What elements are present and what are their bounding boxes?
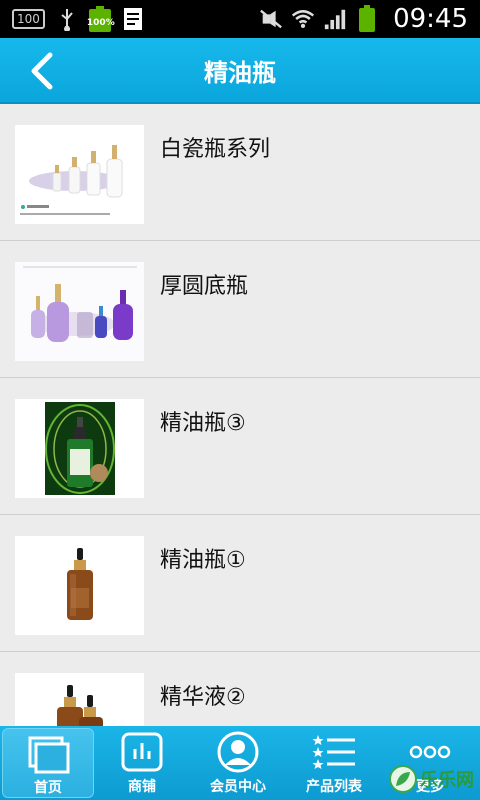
product-thumbnail — [15, 399, 144, 498]
chevron-left-icon — [31, 52, 53, 90]
battery-icon: 100% — [87, 6, 115, 32]
item-title: 厚圆底瓶 — [160, 274, 249, 299]
product-list: 白瓷瓶系列 厚圆底瓶 精油瓶③ 精油瓶① 精华液② — [0, 104, 480, 726]
battery-full-icon — [355, 5, 379, 32]
wifi-icon — [291, 7, 315, 31]
product-thumbnail — [15, 536, 144, 635]
product-thumbnail — [15, 262, 144, 361]
bottom-tab-bar: 首页 商铺 会员中心 产品列表 更多 乐乐网 — [0, 726, 480, 800]
battery-badge: 100 — [12, 9, 45, 29]
list-item[interactable]: 白瓷瓶系列 — [0, 104, 480, 241]
tab-more[interactable]: 更多 乐乐网 — [382, 726, 478, 800]
tab-label: 首页 — [34, 780, 62, 796]
tab-home[interactable]: 首页 — [2, 728, 94, 798]
title-bar: 精油瓶 — [0, 38, 480, 104]
product-thumbnail — [15, 673, 144, 726]
tab-member-center[interactable]: 会员中心 — [190, 726, 286, 800]
app-notification-icon — [121, 7, 145, 31]
item-title: 白瓷瓶系列 — [160, 137, 271, 162]
watermark: 乐乐网 — [388, 764, 474, 794]
item-title: 精油瓶③ — [160, 411, 246, 436]
page-title: 精油瓶 — [204, 58, 276, 87]
home-icon — [26, 733, 70, 775]
tab-label: 商铺 — [128, 779, 156, 795]
mute-icon — [259, 7, 283, 31]
usb-icon — [55, 7, 79, 31]
product-thumbnail — [15, 125, 144, 224]
list-item[interactable]: 精油瓶① — [0, 515, 480, 652]
tab-label: 会员中心 — [210, 779, 266, 795]
back-button[interactable] — [22, 50, 62, 92]
leaf-logo-icon — [389, 765, 417, 793]
tab-product-list[interactable]: 产品列表 — [286, 726, 382, 800]
tab-shop[interactable]: 商铺 — [94, 726, 190, 800]
product-list-icon — [311, 730, 357, 774]
member-icon — [216, 730, 260, 774]
clock: 09:45 — [393, 4, 468, 34]
item-title: 精华液② — [160, 685, 246, 710]
list-item[interactable]: 精华液② — [0, 652, 480, 726]
tab-label: 产品列表 — [306, 779, 362, 795]
item-title: 精油瓶① — [160, 548, 246, 573]
status-bar: 100 100% 09:45 — [0, 0, 480, 38]
signal-icon — [323, 7, 347, 31]
shop-icon — [120, 730, 164, 774]
list-item[interactable]: 厚圆底瓶 — [0, 241, 480, 378]
list-item[interactable]: 精油瓶③ — [0, 378, 480, 515]
